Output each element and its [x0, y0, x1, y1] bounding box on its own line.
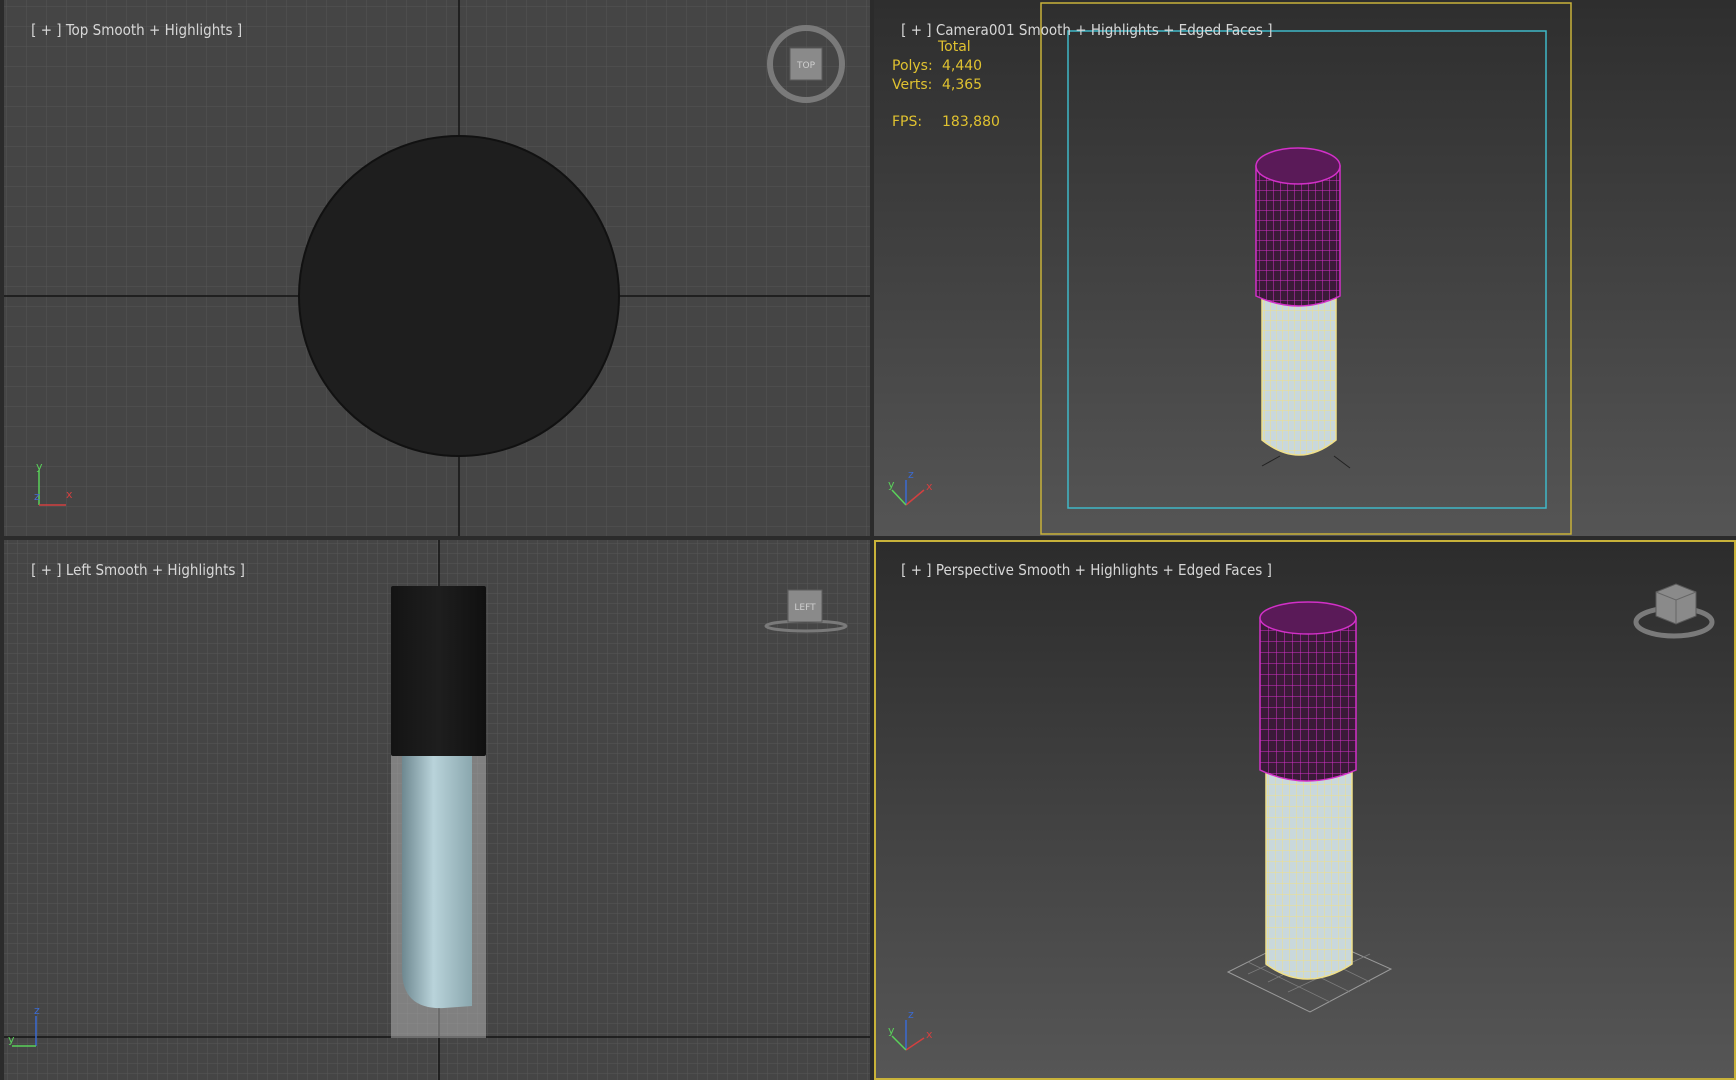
- viewcube-label: LEFT: [794, 603, 816, 613]
- svg-text:z: z: [908, 468, 914, 481]
- svg-text:z: z: [34, 1004, 40, 1017]
- svg-text:y: y: [36, 460, 43, 473]
- svg-text:x: x: [926, 480, 933, 493]
- stats-header: Total: [938, 39, 971, 55]
- camera-viewport-canvas: z y x: [874, 0, 1736, 536]
- viewport-shading[interactable]: Smooth + Highlights ]: [93, 21, 242, 39]
- bottle-model-left: [391, 586, 486, 1038]
- viewport-camera[interactable]: z y x [ + ] Camera001 Smooth + Highlight…: [874, 0, 1736, 536]
- viewport-top[interactable]: TOP y z x [ + ] Top Smooth + Highlights …: [4, 0, 870, 536]
- svg-text:z: z: [908, 1008, 914, 1021]
- viewport-label-perspective[interactable]: [ + ] Perspective Smooth + Highlights + …: [884, 543, 1272, 597]
- viewport-menu-plus[interactable]: [ + ]: [31, 21, 61, 39]
- viewport-menu-plus[interactable]: [ + ]: [901, 21, 931, 39]
- svg-text:x: x: [66, 488, 73, 501]
- viewport-name[interactable]: Top: [66, 21, 89, 39]
- viewport-shading[interactable]: Smooth + Highlights ]: [95, 561, 244, 579]
- bottle-top-disc: [298, 135, 620, 457]
- viewport-left[interactable]: LEFT z y [ + ] Left Smooth + Highlights …: [4, 540, 870, 1080]
- svg-text:y: y: [888, 478, 895, 491]
- top-viewport-canvas: TOP y z x: [4, 0, 870, 536]
- viewport-label-left[interactable]: [ + ] Left Smooth + Highlights ]: [14, 543, 245, 597]
- viewport-menu-plus[interactable]: [ + ]: [901, 561, 931, 579]
- left-viewport-canvas: LEFT z y: [4, 540, 870, 1080]
- viewport-statistics: Total Polys: 4,440 Verts: 4,365 FPS: 183,88…: [892, 38, 1000, 132]
- viewport-name[interactable]: Perspective: [936, 561, 1014, 579]
- viewport-shading[interactable]: Smooth + Highlights + Edged Faces ]: [1019, 21, 1273, 39]
- stats-fps: FPS: 183,880: [892, 114, 1000, 130]
- svg-text:z: z: [34, 490, 40, 503]
- viewport-menu-plus[interactable]: [ + ]: [31, 561, 61, 579]
- perspective-viewport-canvas: z y x: [876, 542, 1734, 1078]
- viewport-perspective[interactable]: z y x [ + ] Perspective Smooth + Highlig…: [874, 540, 1736, 1080]
- bottle-model-perspective: [1259, 601, 1357, 980]
- svg-text:x: x: [926, 1028, 933, 1041]
- viewport-name[interactable]: Camera001: [936, 21, 1015, 39]
- bottle-model-camera: [1255, 147, 1351, 469]
- viewport-name[interactable]: Left: [66, 561, 91, 579]
- viewcube-label: TOP: [796, 61, 816, 71]
- viewport-label-top[interactable]: [ + ] Top Smooth + Highlights ]: [14, 3, 242, 57]
- svg-text:y: y: [888, 1024, 895, 1037]
- stats-polys: Polys: 4,440: [892, 58, 983, 74]
- stats-verts: Verts: 4,365: [892, 77, 983, 93]
- viewport-shading[interactable]: Smooth + Highlights + Edged Faces ]: [1018, 561, 1272, 579]
- svg-text:y: y: [8, 1033, 15, 1046]
